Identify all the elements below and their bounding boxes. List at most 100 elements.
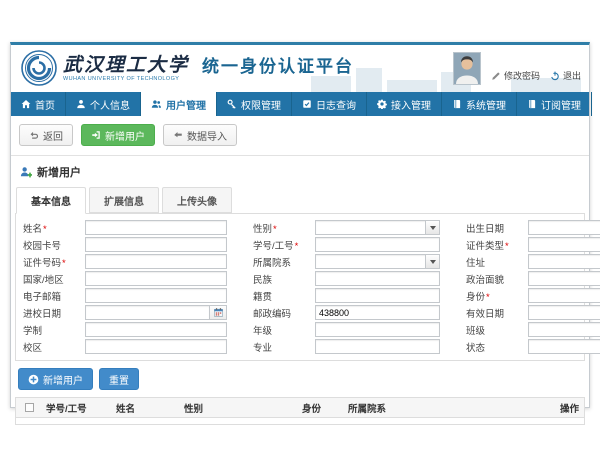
back-arrow-icon bbox=[29, 130, 39, 140]
field-control bbox=[528, 237, 600, 252]
calendar-icon bbox=[213, 307, 224, 318]
pencil-icon bbox=[491, 71, 501, 81]
address-input[interactable] bbox=[528, 254, 600, 269]
nav-tab-logs[interactable]: 日志查询 bbox=[292, 92, 367, 116]
field-id-type: 证件类型* bbox=[466, 236, 600, 253]
field-campus: 校区 bbox=[23, 338, 253, 355]
log-check-icon bbox=[302, 99, 312, 109]
student-id-input[interactable] bbox=[315, 237, 440, 252]
logout-label: 退出 bbox=[563, 69, 581, 82]
political-status-input[interactable] bbox=[528, 271, 600, 286]
id-type-input[interactable] bbox=[528, 237, 600, 252]
field-control bbox=[528, 339, 600, 354]
main-nav: 首页 个人信息 用户管理 权限管理 日志查询接入管理 系统管理订阅管理 bbox=[11, 92, 589, 116]
nav-tab-home[interactable]: 首页 bbox=[11, 92, 66, 116]
nav-tab-label: 系统管理 bbox=[466, 97, 506, 112]
field-label-text: 有效日期 bbox=[466, 309, 504, 320]
nav-tab-profile[interactable]: 个人信息 bbox=[66, 92, 141, 116]
nav-tab-subscribe[interactable]: 订阅管理 bbox=[517, 92, 592, 116]
field-country-region: 国家/地区 bbox=[23, 270, 253, 287]
submit-add-user-label: 新增用户 bbox=[43, 372, 83, 387]
native-place-input[interactable] bbox=[315, 288, 440, 303]
power-icon bbox=[550, 71, 560, 81]
department-input[interactable] bbox=[315, 254, 440, 269]
nav-tab-users[interactable]: 用户管理 bbox=[141, 92, 217, 116]
plus-circle-icon bbox=[28, 374, 39, 385]
id-number-input[interactable] bbox=[85, 254, 227, 269]
field-class: 班级 bbox=[466, 321, 600, 338]
field-label-text: 电子邮箱 bbox=[23, 292, 61, 303]
toolbar: 返回 新增用户 数据导入 bbox=[11, 116, 589, 156]
reset-button[interactable]: 重置 bbox=[99, 368, 139, 390]
birth-date-input[interactable] bbox=[528, 220, 600, 235]
cityscape-watermark bbox=[387, 80, 437, 92]
back-button[interactable]: 返回 bbox=[19, 124, 73, 146]
field-label-text: 政治面貌 bbox=[466, 275, 504, 286]
status-input[interactable] bbox=[528, 339, 600, 354]
change-password-link[interactable]: 修改密码 bbox=[491, 69, 540, 82]
field-label-text: 性别 bbox=[253, 224, 272, 235]
nav-tab-system[interactable]: 系统管理 bbox=[442, 92, 517, 116]
user-avatar[interactable] bbox=[453, 52, 481, 85]
country-region-input[interactable] bbox=[85, 271, 227, 286]
data-import-button[interactable]: 数据导入 bbox=[163, 124, 237, 146]
field-label: 姓名* bbox=[23, 221, 85, 235]
campus-input[interactable] bbox=[85, 339, 227, 354]
import-arrow-icon bbox=[173, 130, 183, 140]
tab-extended-info[interactable]: 扩展信息 bbox=[89, 187, 159, 213]
field-label: 性别* bbox=[253, 221, 315, 235]
field-label: 政治面貌 bbox=[466, 272, 528, 286]
ethnicity-input[interactable] bbox=[315, 271, 440, 286]
add-user-toolbar-button[interactable]: 新增用户 bbox=[81, 124, 155, 146]
field-control bbox=[528, 220, 600, 235]
entry-date-input[interactable] bbox=[85, 305, 210, 320]
dropdown-arrow-icon[interactable] bbox=[425, 221, 439, 234]
tab-upload-avatar[interactable]: 上传头像 bbox=[162, 187, 232, 213]
class-input[interactable] bbox=[528, 322, 600, 337]
valid-date-input[interactable] bbox=[528, 305, 600, 320]
nav-tab-label: 首页 bbox=[35, 97, 55, 112]
field-birth-date: 出生日期 bbox=[466, 219, 600, 236]
nav-tab-label: 用户管理 bbox=[166, 97, 206, 112]
section-header: 新增用户 bbox=[11, 156, 589, 185]
tab-basic-info[interactable]: 基本信息 bbox=[16, 187, 86, 214]
dropdown-arrow-icon[interactable] bbox=[425, 255, 439, 268]
nav-tab-permissions[interactable]: 权限管理 bbox=[217, 92, 292, 116]
gender-input[interactable] bbox=[315, 220, 440, 235]
campus-card-no-input[interactable] bbox=[85, 237, 227, 252]
nav-tab-label: 日志查询 bbox=[316, 97, 356, 112]
field-label-text: 身份 bbox=[466, 292, 485, 303]
field-valid-date: 有效日期 bbox=[466, 304, 600, 321]
nav-tab-label: 权限管理 bbox=[241, 97, 281, 112]
field-name: 姓名* bbox=[23, 219, 253, 236]
enter-icon bbox=[91, 130, 101, 140]
screen: 武汉理工大学 WUHAN UNIVERSITY OF TECHNOLOGY 统一… bbox=[0, 0, 600, 450]
section-title: 新增用户 bbox=[37, 164, 81, 180]
field-identity: 身份* bbox=[466, 287, 600, 304]
field-grade: 年级 bbox=[253, 321, 466, 338]
field-control bbox=[315, 254, 440, 269]
cityscape-watermark bbox=[356, 68, 382, 92]
name-input[interactable] bbox=[85, 220, 227, 235]
email-input[interactable] bbox=[85, 288, 227, 303]
data-import-label: 数据导入 bbox=[187, 128, 227, 143]
select-all-checkbox[interactable] bbox=[25, 403, 34, 412]
field-label-text: 证件类型 bbox=[466, 241, 504, 252]
field-label: 证件号码* bbox=[23, 255, 85, 269]
field-label-text: 校园卡号 bbox=[23, 241, 61, 252]
postal-code-input[interactable] bbox=[315, 305, 440, 320]
required-asterisk: * bbox=[62, 258, 66, 269]
calendar-button[interactable] bbox=[210, 305, 227, 320]
field-label-text: 进校日期 bbox=[23, 309, 61, 320]
grade-input[interactable] bbox=[315, 322, 440, 337]
logout-link[interactable]: 退出 bbox=[550, 69, 581, 82]
education-length-input[interactable] bbox=[85, 322, 227, 337]
column-header: 操作 bbox=[556, 401, 584, 415]
field-gender: 性别* bbox=[253, 219, 466, 236]
nav-tab-access[interactable]: 接入管理 bbox=[367, 92, 442, 116]
nav-tab-label: 个人信息 bbox=[90, 97, 130, 112]
major-input[interactable] bbox=[315, 339, 440, 354]
submit-add-user-button[interactable]: 新增用户 bbox=[18, 368, 93, 390]
identity-input[interactable] bbox=[528, 288, 600, 303]
select-all-cell bbox=[16, 403, 42, 412]
